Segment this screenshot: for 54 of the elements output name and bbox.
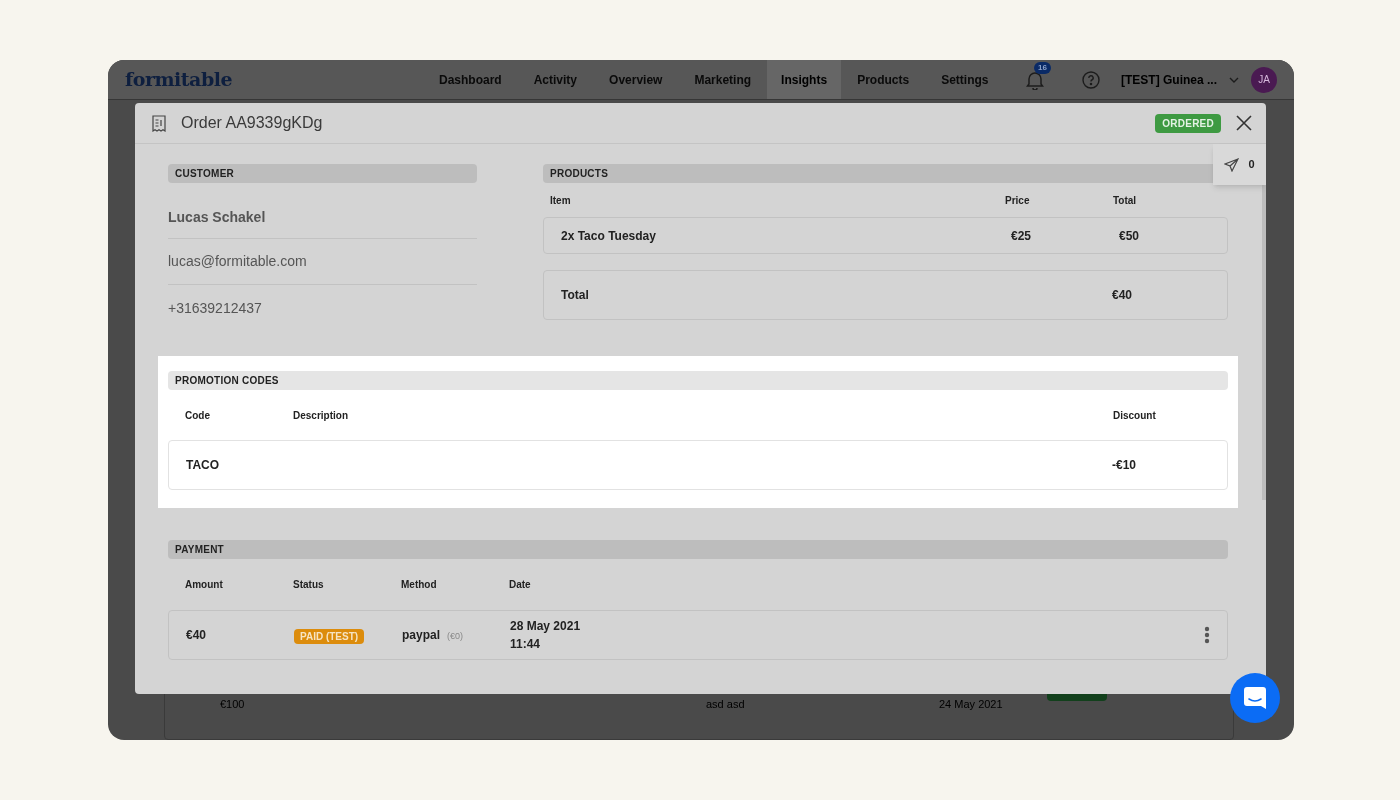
chevron-down-icon[interactable] — [1229, 76, 1239, 83]
nav-tab[interactable]: Marketing — [678, 60, 768, 99]
receipt-icon — [152, 114, 166, 132]
method-amount: (€0) — [447, 630, 464, 643]
column-header: Date — [509, 578, 532, 592]
table-cell-text: TACO — [186, 457, 221, 474]
total-value: €40 — [1112, 287, 1134, 304]
column-header: Code — [185, 408, 211, 423]
logo[interactable]: formitable — [125, 68, 233, 91]
modal-title: Order AA9339gKDg — [181, 113, 323, 133]
total-label: Total — [561, 287, 590, 304]
bell-icon[interactable] — [1026, 69, 1044, 90]
column-header: Item — [550, 193, 572, 208]
chat-icon — [1243, 686, 1267, 710]
customer-email: lucas@formitable.com — [168, 239, 477, 285]
nav-tab[interactable]: Dashboard — [423, 60, 518, 99]
column-header: Total — [1113, 193, 1138, 208]
table-cell-text: €40 — [186, 627, 208, 644]
nav-tab[interactable]: Products — [841, 60, 926, 99]
status-badge: PAID (TEST) — [294, 629, 365, 644]
send-icon — [1224, 157, 1240, 172]
payment-date: 28 May 2021 — [510, 618, 581, 635]
column-header: Description — [293, 408, 349, 423]
column-header: Method — [401, 578, 438, 592]
column-header: Price — [1005, 193, 1031, 208]
payment-method: paypal — [402, 627, 440, 644]
section-heading: PROMOTION CODES — [168, 371, 1228, 390]
column-header: Amount — [185, 578, 224, 592]
table-cell-text: €50 — [1119, 227, 1141, 245]
avatar[interactable]: JA — [1251, 66, 1277, 93]
nav-tab[interactable]: Overview — [593, 60, 679, 99]
scrollbar[interactable] — [1262, 185, 1266, 500]
more-options-icon[interactable] — [1204, 626, 1210, 644]
column-header: Discount — [1113, 408, 1157, 423]
nav-tab[interactable]: Settings — [925, 60, 1005, 99]
column-header: Status — [293, 578, 325, 592]
table-cell-text: -€10 — [1112, 457, 1138, 474]
customer-name: Lucas Schakel — [168, 207, 477, 239]
section-heading: CUSTOMER — [168, 164, 477, 183]
section-heading: PAYMENT — [168, 540, 1228, 559]
status-badge: ORDERED — [1155, 113, 1221, 133]
order-price: €100 — [220, 697, 245, 712]
nav-tab[interactable]: Activity — [517, 60, 594, 99]
table-cell-text: €25 — [1011, 227, 1033, 245]
messages-button[interactable]: 0 — [1213, 144, 1266, 185]
order-name: asd asd — [706, 697, 745, 712]
order-date: 24 May 2021 — [939, 697, 1003, 712]
payment-time: 11:44 — [510, 636, 542, 653]
help-icon[interactable] — [1082, 70, 1100, 89]
nav-tab[interactable]: Insights — [767, 60, 842, 99]
notification-badge: 16 — [1034, 61, 1051, 74]
customer-phone: +31639212437 — [168, 299, 263, 318]
account-name[interactable]: [TEST] Guinea ... — [1121, 70, 1217, 89]
close-icon[interactable] — [1236, 115, 1252, 131]
